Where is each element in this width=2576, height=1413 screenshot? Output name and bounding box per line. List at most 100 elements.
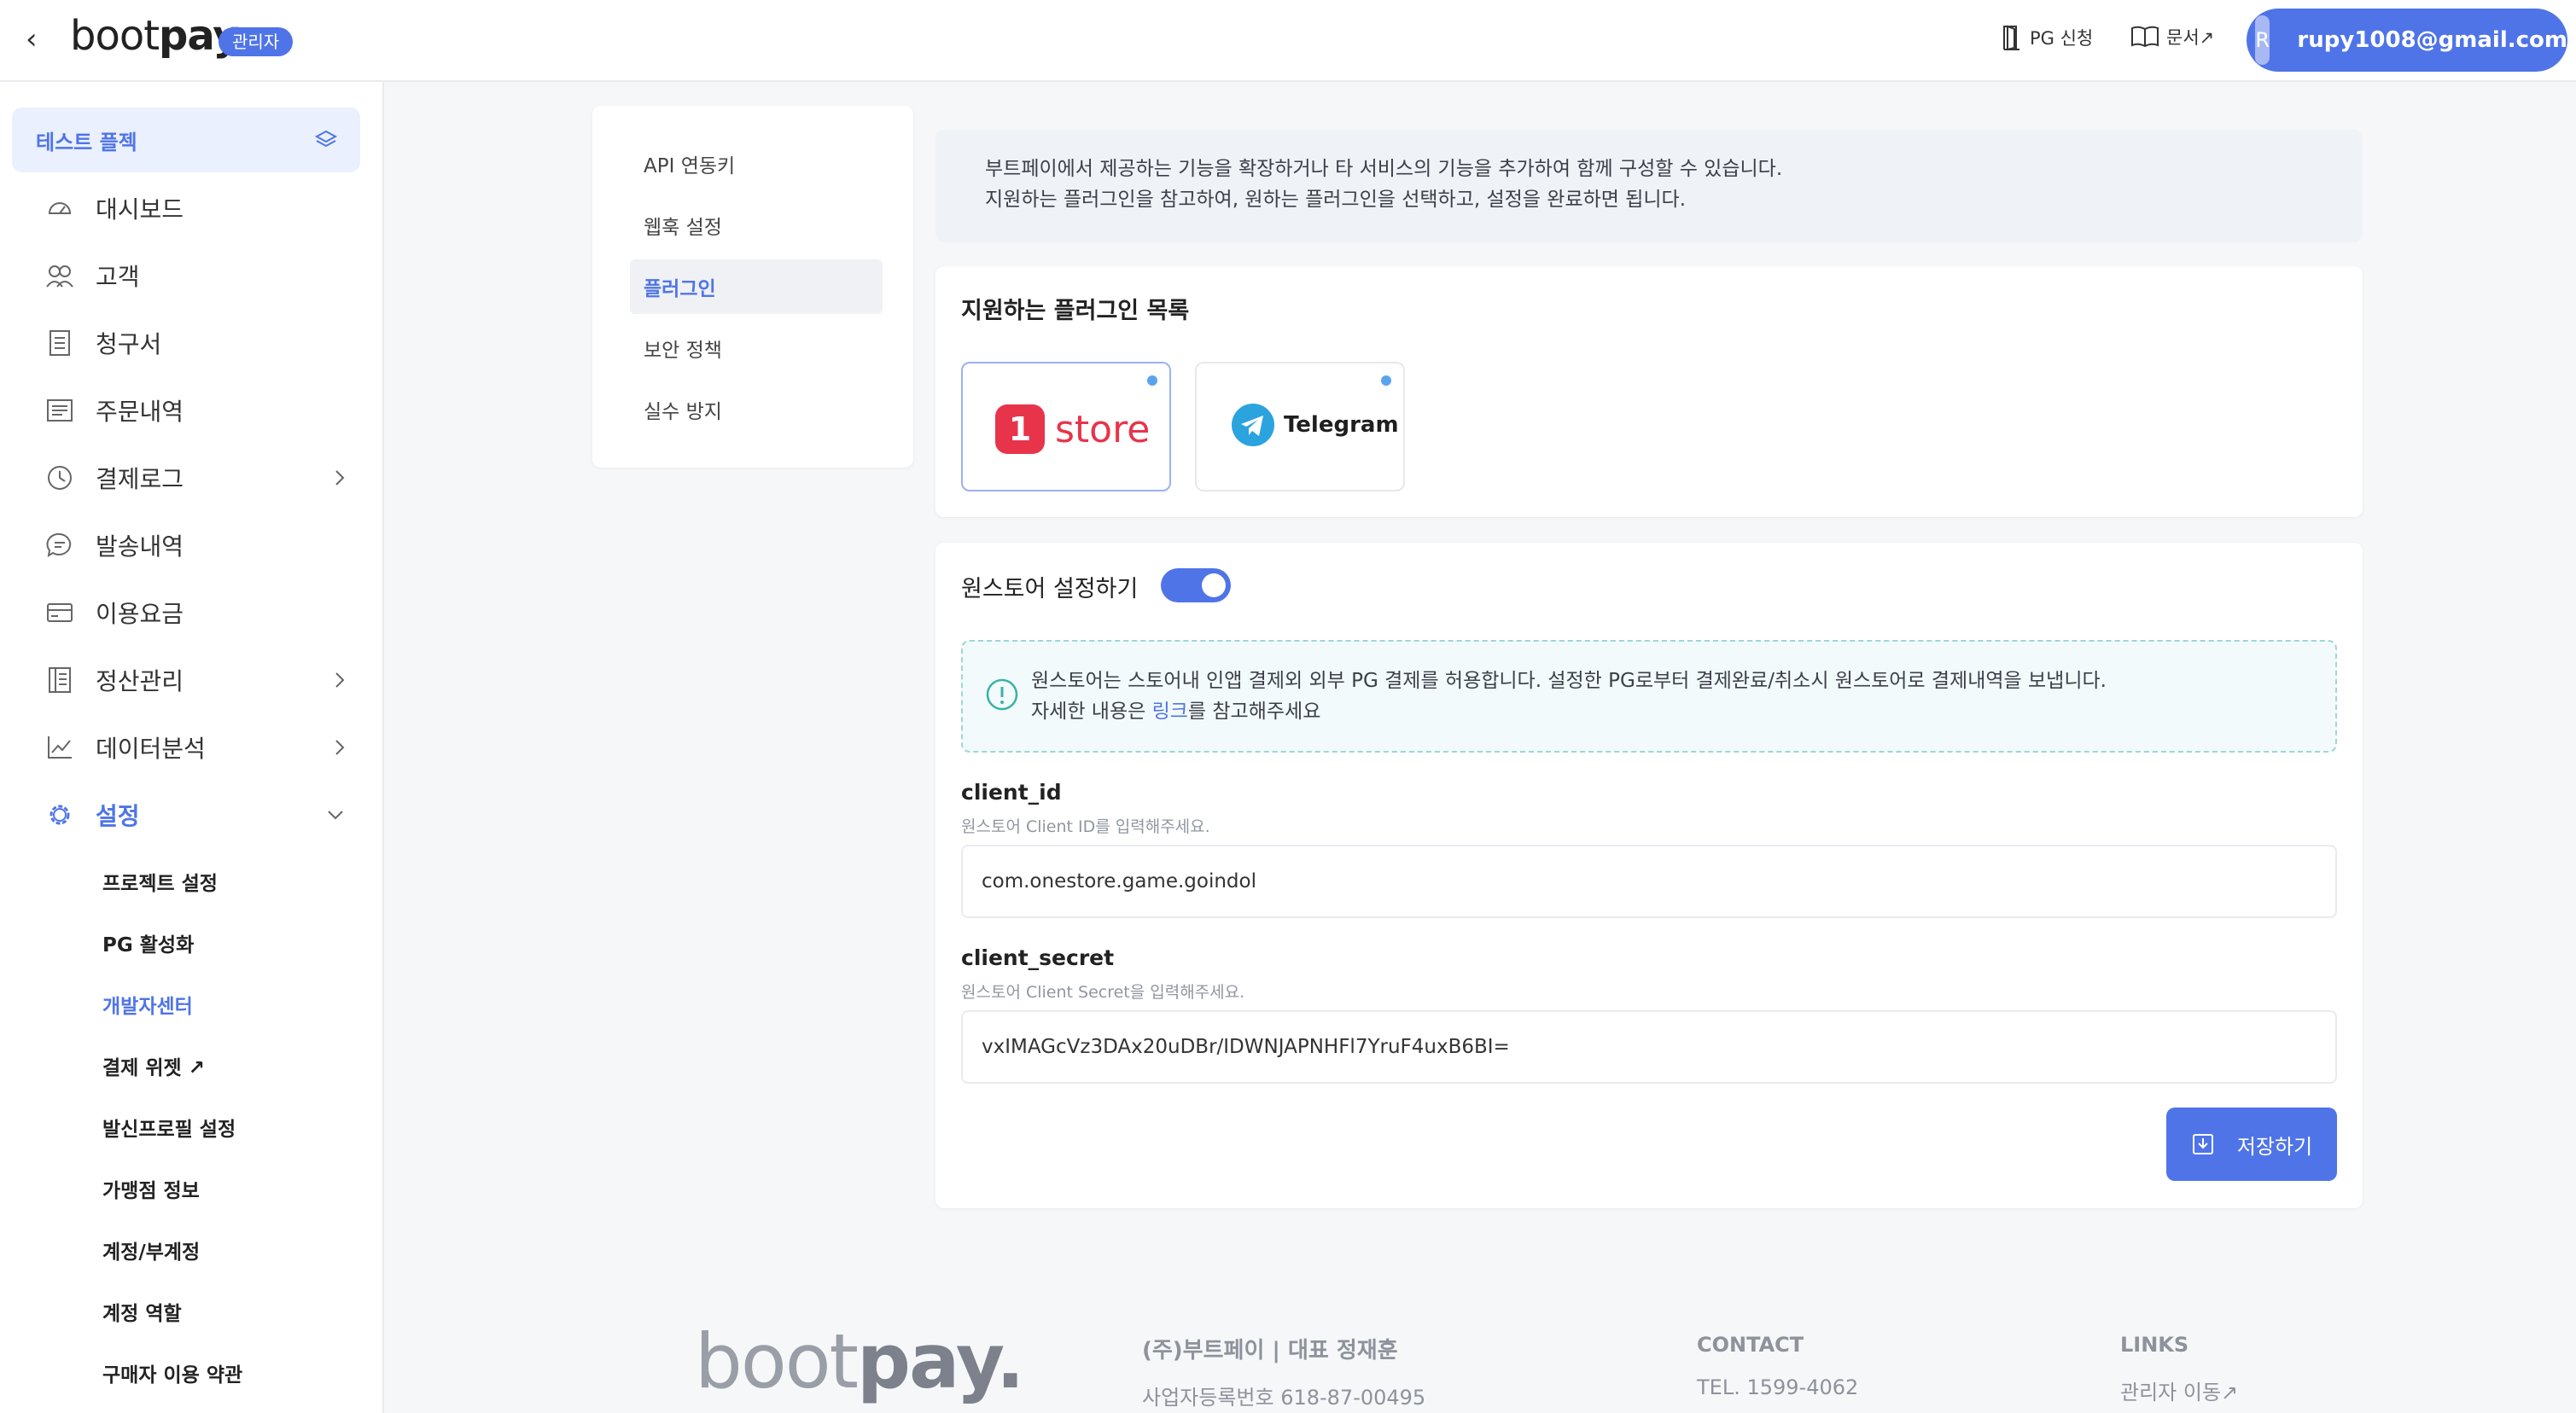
- notice-text-post: 를 참고해주세요: [1187, 701, 1321, 723]
- docs-label: 문서↗: [2166, 27, 2215, 48]
- sidebar-sub-accounts[interactable]: 계정/부계정: [102, 1236, 200, 1265]
- plugin-intro: 부트페이에서 제공하는 기능을 확장하거나 타 서비스의 기능을 추가하여 함께…: [935, 130, 2363, 242]
- chevron-right-icon: [335, 470, 345, 486]
- notice-link[interactable]: 링크: [1152, 701, 1188, 723]
- sidebar: 테스트 플젝 대시보드 고객 청구서 주문내역 결제로그 발송내역 이용요금 정…: [0, 82, 384, 1413]
- sidebar-item-payment-log[interactable]: 결제로그: [43, 452, 358, 503]
- sidebar-sub-buyer-terms[interactable]: 구매자 이용 약관: [102, 1358, 242, 1387]
- sidebar-item-customers[interactable]: 고객: [43, 250, 358, 301]
- sidebar-item-invoice[interactable]: 청구서: [43, 317, 358, 369]
- status-dot: [1381, 375, 1391, 386]
- gear-icon: [50, 805, 70, 825]
- client-id-input[interactable]: [961, 845, 2337, 918]
- subnav-api-keys[interactable]: API 연동키: [630, 137, 883, 191]
- client-id-help: 원스토어 Client ID를 입력해주세요.: [961, 817, 1210, 836]
- onestore-logo: 1 store: [995, 404, 1150, 454]
- sidebar-sub-sender-profile[interactable]: 발신프로필 설정: [102, 1113, 236, 1142]
- onestore-logo-word: store: [1055, 407, 1151, 451]
- sidebar-item-dashboard[interactable]: 대시보드: [43, 183, 358, 234]
- sidebar-item-analytics[interactable]: 데이터분석: [43, 722, 358, 773]
- intro-line: 부트페이에서 제공하는 기능을 확장하거나 타 서비스의 기능을 추가하여 함께…: [985, 158, 1783, 180]
- footer-admin-link[interactable]: 관리자 이동↗: [2120, 1375, 2238, 1405]
- sidebar-item-label: 발송내역: [96, 532, 184, 561]
- save-button[interactable]: 저장하기: [2166, 1108, 2337, 1181]
- door-icon: [2003, 25, 2019, 51]
- top-header: ‹ bootpay. 관리자 PG 신청 문서↗ R rupy1008@gmai…: [0, 0, 2576, 82]
- status-dot: [1147, 375, 1157, 386]
- back-button[interactable]: ‹: [26, 22, 38, 56]
- ledger-icon: [49, 667, 71, 693]
- sidebar-sub-merchant-info[interactable]: 가맹점 정보: [102, 1174, 200, 1203]
- sidebar-item-label: 고객: [96, 263, 140, 291]
- sidebar-sub-developer-center[interactable]: 개발자센터: [102, 990, 193, 1019]
- telegram-logo: Telegram: [1231, 403, 1399, 447]
- plugin-telegram[interactable]: Telegram: [1195, 362, 1405, 491]
- docs-link[interactable]: 문서↗: [2130, 24, 2214, 49]
- pg-apply-label: PG 신청: [2030, 28, 2094, 49]
- logo-text-light: boot: [70, 12, 160, 60]
- user-email: rupy1008@gmail.com: [2297, 27, 2567, 53]
- project-name: 테스트 플젝: [36, 130, 137, 154]
- sidebar-item-label: 청구서: [96, 330, 162, 358]
- admin-badge: 관리자: [219, 27, 294, 56]
- onestore-enable-toggle[interactable]: [1161, 568, 1231, 602]
- telegram-logo-word: Telegram: [1284, 412, 1399, 438]
- plugin-list-card: 지원하는 플러그인 목록 1 store Telegram: [935, 266, 2363, 517]
- onestore-settings-title: 원스토어 설정하기: [961, 576, 1139, 602]
- save-button-label: 저장하기: [2236, 1134, 2313, 1159]
- sidebar-item-label: 결제로그: [96, 465, 184, 493]
- plugin-onestore[interactable]: 1 store: [961, 362, 1171, 491]
- client-secret-input[interactable]: [961, 1010, 2337, 1084]
- sidebar-item-orders[interactable]: 주문내역: [43, 385, 358, 436]
- sidebar-item-settings[interactable]: 설정: [43, 789, 358, 840]
- client-secret-help: 원스토어 Client Secret을 입력해주세요.: [961, 983, 1245, 1002]
- users-icon: [46, 265, 73, 288]
- sidebar-item-label: 데이터분석: [96, 735, 206, 763]
- onestore-settings-card: 원스토어 설정하기 원스토어는 스토어내 인앱 결제외 외부 PG 결제를 허용…: [935, 543, 2363, 1208]
- sidebar-sub-account-roles[interactable]: 계정 역할: [102, 1297, 182, 1326]
- sidebar-item-messages[interactable]: 발송내역: [43, 520, 358, 571]
- onestore-notice: 원스토어는 스토어내 인앱 결제외 외부 PG 결제를 허용합니다. 설정한 P…: [961, 640, 2337, 753]
- subnav-webhook[interactable]: 웹훅 설정: [630, 198, 883, 253]
- footer-logo-light: boot: [695, 1317, 859, 1405]
- sidebar-item-label: 주문내역: [96, 398, 184, 426]
- telegram-icon: [1232, 404, 1274, 446]
- chevron-right-icon: [335, 672, 345, 688]
- chevron-down-icon: [328, 811, 343, 820]
- sidebar-sub-payment-widget[interactable]: 결제 위젯 ↗: [102, 1051, 205, 1080]
- footer-links-heading: LINKS: [2120, 1333, 2189, 1357]
- user-menu-button[interactable]: R rupy1008@gmail.com: [2247, 9, 2567, 72]
- footer-logo: bootpay.: [695, 1317, 1024, 1405]
- notice-line: 자세한 내용은 링크를 참고해주세요: [1031, 696, 2107, 727]
- sidebar-sub-project-settings[interactable]: 프로젝트 설정: [102, 867, 218, 896]
- orders-icon: [47, 399, 73, 422]
- book-icon: [2131, 26, 2159, 48]
- sidebar-item-label: 설정: [96, 802, 140, 830]
- pg-apply-link[interactable]: PG 신청: [2001, 24, 2093, 51]
- subnav-plugins[interactable]: 플러그인: [630, 259, 883, 314]
- sidebar-item-label: 대시보드: [96, 195, 184, 224]
- sidebar-item-label: 이용요금: [96, 600, 184, 628]
- subnav-mistake-prevention[interactable]: 실수 방지: [630, 382, 883, 437]
- client-id-label: client_id: [961, 780, 1062, 805]
- footer-company: (주)부트페이 | 대표 정재훈: [1142, 1338, 1398, 1364]
- project-selector[interactable]: 테스트 플젝: [12, 108, 360, 172]
- card-icon: [47, 603, 73, 622]
- sidebar-item-settlement[interactable]: 정산관리: [43, 654, 358, 706]
- sidebar-item-billing[interactable]: 이용요금: [43, 587, 358, 638]
- sidebar-item-label: 정산관리: [96, 667, 184, 695]
- footer-registration: 사업자등록번호 618-87-00495: [1142, 1386, 1426, 1410]
- layers-icon: [314, 130, 338, 148]
- subnav-security-policy[interactable]: 보안 정책: [630, 321, 883, 375]
- chart-icon: [48, 736, 72, 759]
- info-icon: [986, 678, 1018, 711]
- intro-line: 지원하는 플러그인을 참고하여, 원하는 플러그인을 선택하고, 설정을 완료하…: [985, 189, 1687, 211]
- footer-tel: TEL. 1599-4062: [1697, 1375, 1859, 1399]
- sidebar-sub-pg-activation[interactable]: PG 활성화: [102, 928, 194, 957]
- chevron-right-icon: [335, 740, 345, 755]
- onestore-logo-mark: 1: [995, 404, 1045, 454]
- footer-contact-heading: CONTACT: [1697, 1333, 1804, 1357]
- client-secret-label: client_secret: [961, 945, 1115, 970]
- notice-line: 원스토어는 스토어내 인앱 결제외 외부 PG 결제를 허용합니다. 설정한 P…: [1031, 670, 2107, 692]
- message-icon: [46, 532, 72, 557]
